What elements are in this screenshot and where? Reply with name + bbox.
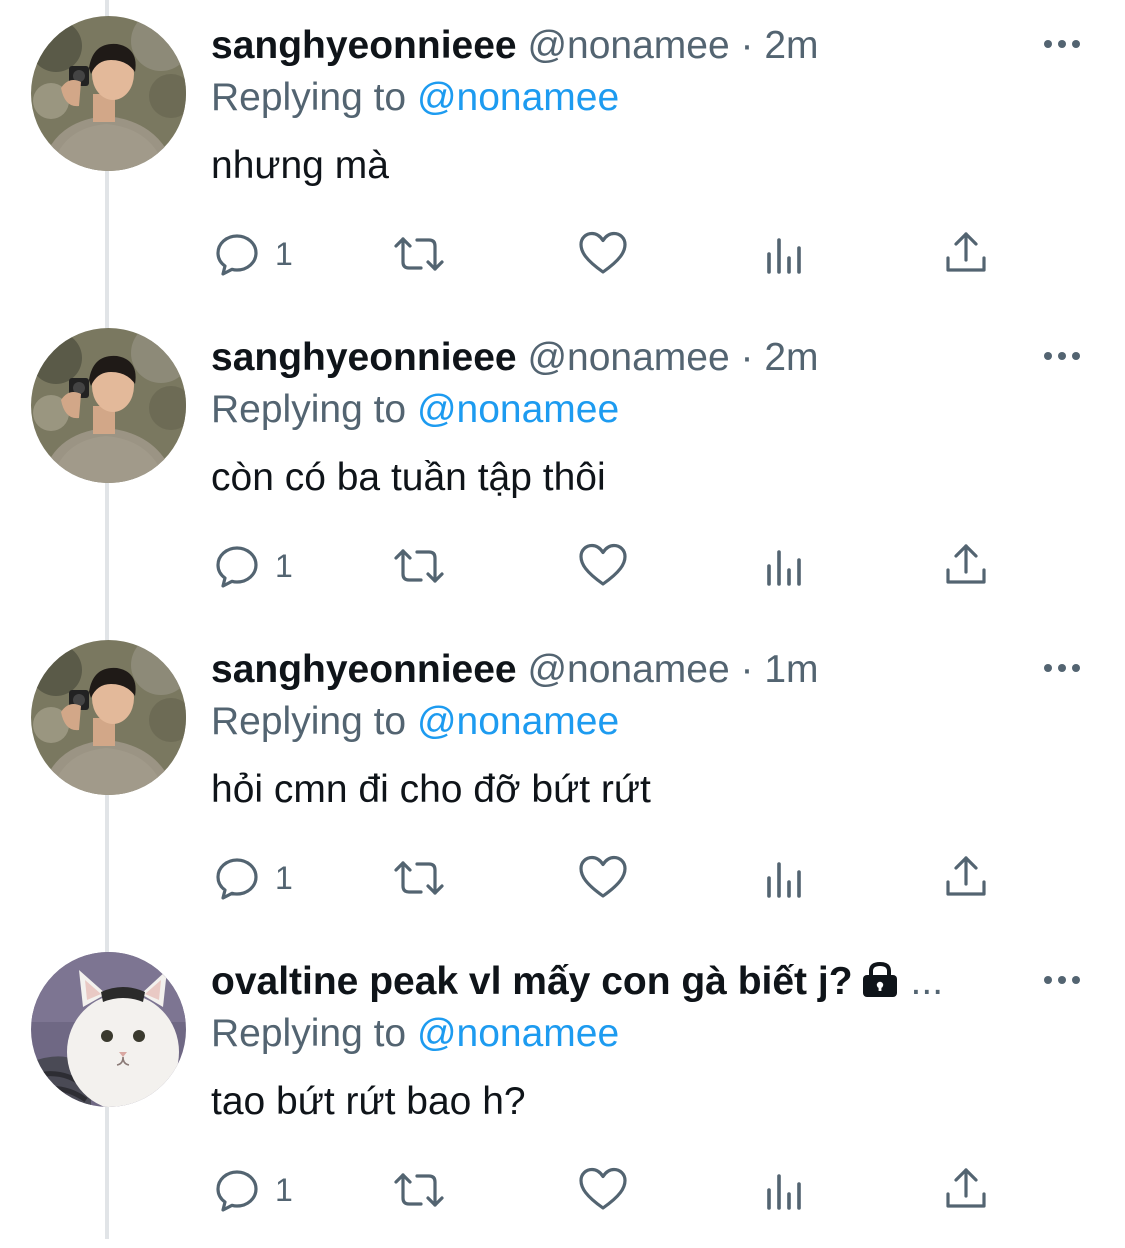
retweet-button[interactable] (390, 540, 448, 592)
replying-to-label: Replying to (211, 76, 417, 119)
tweet[interactable]: ovaltine peak vl mấy con gà biết j?... R… (0, 936, 1125, 1248)
reply-button[interactable]: 1 (213, 1164, 293, 1216)
retweet-icon (394, 549, 444, 583)
tweet-text: còn có ba tuần tập thôi (211, 456, 606, 499)
truncation-ellipsis: ... (910, 960, 944, 1003)
tweet-header: ovaltine peak vl mấy con gà biết j?... (211, 956, 1011, 1008)
retweet-button[interactable] (390, 852, 448, 904)
reply-button[interactable]: 1 (213, 852, 293, 904)
avatar[interactable] (31, 952, 186, 1107)
replying-to-line: Replying to @nonamee (211, 384, 619, 436)
retweet-button[interactable] (390, 1164, 448, 1216)
user-handle[interactable]: @nonamee (527, 336, 729, 379)
retweet-button[interactable] (390, 228, 448, 280)
reply-button[interactable]: 1 (213, 228, 293, 280)
heart-icon (579, 1167, 627, 1210)
share-button[interactable] (942, 540, 990, 592)
share-icon (946, 1168, 986, 1208)
reply-count: 1 (275, 548, 293, 584)
tweet[interactable]: sanghyeonnieee @nonamee · 2m Replying to… (0, 0, 1125, 312)
views-icon (767, 862, 801, 898)
tweet-text: hỏi cmn đi cho đỡ bứt rứt (211, 768, 651, 811)
retweet-icon (394, 861, 444, 895)
separator-dot: · (729, 648, 765, 691)
views-button[interactable] (762, 1164, 808, 1216)
display-name[interactable]: sanghyeonnieee (211, 24, 517, 67)
views-icon (767, 1174, 801, 1210)
heart-icon (579, 855, 627, 898)
tweet[interactable]: sanghyeonnieee @nonamee · 2m Replying to… (0, 312, 1125, 624)
avatar[interactable] (31, 328, 186, 483)
user-handle[interactable]: @nonamee (527, 24, 729, 67)
tweet-header: sanghyeonnieee @nonamee · 2m (211, 20, 1011, 72)
views-icon (767, 550, 801, 586)
replying-to-label: Replying to (211, 388, 417, 431)
like-button[interactable] (578, 228, 628, 280)
tweet-header: sanghyeonnieee @nonamee · 1m (211, 644, 1011, 696)
share-button[interactable] (942, 852, 990, 904)
reply-count: 1 (275, 1172, 293, 1208)
share-icon (946, 232, 986, 272)
more-icon[interactable] (1040, 346, 1084, 366)
reply-icon (216, 546, 258, 588)
share-icon (946, 856, 986, 896)
timestamp[interactable]: 2m (764, 24, 818, 67)
more-icon[interactable] (1040, 34, 1084, 54)
tweet-header: sanghyeonnieee @nonamee · 2m (211, 332, 1011, 384)
reply-count: 1 (275, 860, 293, 896)
heart-icon (579, 543, 627, 586)
more-icon[interactable] (1040, 970, 1084, 990)
avatar[interactable] (31, 16, 186, 171)
reply-icon (216, 234, 258, 276)
replying-to-mention[interactable]: @nonamee (417, 388, 619, 431)
views-button[interactable] (762, 540, 808, 592)
avatar[interactable] (31, 640, 186, 795)
tweet[interactable]: sanghyeonnieee @nonamee · 1m Replying to… (0, 624, 1125, 936)
retweet-icon (394, 1173, 444, 1207)
reply-icon (216, 1170, 258, 1212)
display-name[interactable]: sanghyeonnieee (211, 336, 517, 379)
display-name[interactable]: sanghyeonnieee (211, 648, 517, 691)
tweet-text: nhưng mà (211, 144, 389, 187)
timestamp[interactable]: 1m (764, 648, 818, 691)
reply-button[interactable]: 1 (213, 540, 293, 592)
replying-to-label: Replying to (211, 1012, 417, 1055)
like-button[interactable] (578, 1164, 628, 1216)
reply-icon (216, 858, 258, 900)
replying-to-mention[interactable]: @nonamee (417, 76, 619, 119)
lock-icon (862, 961, 897, 997)
retweet-icon (394, 237, 444, 271)
replying-to-line: Replying to @nonamee (211, 1008, 619, 1060)
reply-count: 1 (275, 236, 293, 272)
separator-dot: · (729, 24, 765, 67)
replying-to-line: Replying to @nonamee (211, 72, 619, 124)
more-icon[interactable] (1040, 658, 1084, 678)
views-button[interactable] (762, 852, 808, 904)
views-button[interactable] (762, 228, 808, 280)
views-icon (767, 238, 801, 274)
share-button[interactable] (942, 1164, 990, 1216)
replying-to-line: Replying to @nonamee (211, 696, 619, 748)
display-name[interactable]: ovaltine peak vl mấy con gà biết j? (211, 960, 853, 1003)
separator-dot: · (729, 336, 765, 379)
replying-to-mention[interactable]: @nonamee (417, 700, 619, 743)
timestamp[interactable]: 2m (764, 336, 818, 379)
share-icon (946, 544, 986, 584)
tweet-text: tao bứt rứt bao h? (211, 1080, 526, 1123)
share-button[interactable] (942, 228, 990, 280)
replying-to-mention[interactable]: @nonamee (417, 1012, 619, 1055)
replying-to-label: Replying to (211, 700, 417, 743)
like-button[interactable] (578, 540, 628, 592)
user-handle[interactable]: @nonamee (527, 648, 729, 691)
heart-icon (579, 231, 627, 274)
like-button[interactable] (578, 852, 628, 904)
